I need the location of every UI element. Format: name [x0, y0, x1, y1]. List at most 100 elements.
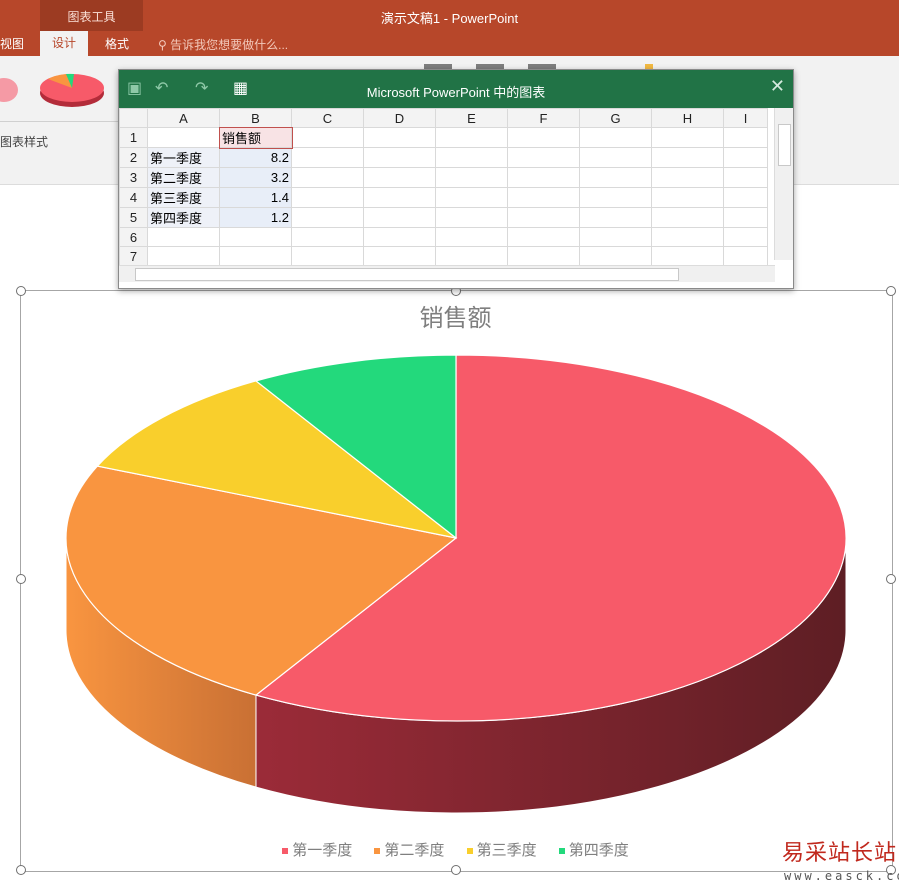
cell[interactable] [291, 246, 364, 266]
legend-item[interactable]: 第四季度 [558, 839, 629, 860]
sheet-title-bar[interactable]: ▣ ↶ ↷ ▦ Microsoft PowerPoint 中的图表 ✕ [119, 70, 793, 108]
cell[interactable] [651, 147, 724, 168]
cell[interactable] [507, 127, 580, 148]
legend-item[interactable]: 第二季度 [374, 839, 444, 860]
corner-cell[interactable] [119, 108, 148, 128]
column-header[interactable]: G [579, 108, 652, 128]
legend-item[interactable]: 第三季度 [466, 839, 537, 860]
chart-data-window[interactable]: ▣ ↶ ↷ ▦ Microsoft PowerPoint 中的图表 ✕ A B … [118, 69, 794, 289]
cell[interactable] [579, 167, 652, 188]
sheet-window-title: Microsoft PowerPoint 中的图表 [366, 85, 546, 100]
column-header[interactable]: D [363, 108, 436, 128]
cell[interactable] [723, 246, 768, 266]
cell[interactable] [651, 246, 724, 266]
cell[interactable] [363, 187, 436, 208]
cell[interactable] [219, 246, 292, 266]
cell[interactable] [507, 246, 580, 266]
cell[interactable] [579, 207, 652, 228]
column-header[interactable]: A [147, 108, 220, 128]
cell[interactable]: 第一季度 [147, 147, 220, 168]
chart-legend[interactable]: 第一季度 第二季度 第三季度 第四季度 [20, 839, 891, 860]
cell[interactable] [291, 127, 364, 148]
scroll-thumb[interactable] [778, 124, 791, 166]
scroll-thumb[interactable] [135, 268, 679, 281]
legend-label: 第一季度 [292, 842, 353, 859]
row-header[interactable]: 3 [119, 167, 148, 188]
row-header[interactable]: 6 [119, 227, 148, 247]
cell[interactable] [435, 207, 508, 228]
cell[interactable] [291, 147, 364, 168]
cell[interactable] [363, 127, 436, 148]
row-header[interactable]: 4 [119, 187, 148, 208]
legend-swatch [282, 848, 289, 855]
column-header[interactable]: I [723, 108, 768, 128]
column-header[interactable]: F [507, 108, 580, 128]
cell[interactable] [723, 147, 768, 168]
cell[interactable]: 第三季度 [147, 187, 220, 208]
legend-label: 第四季度 [568, 842, 629, 859]
cell[interactable] [363, 246, 436, 266]
column-header[interactable]: B [219, 108, 292, 128]
chart-title[interactable]: 销售额 [20, 298, 891, 333]
column-header[interactable]: H [651, 108, 724, 128]
cell[interactable] [363, 227, 436, 247]
column-header[interactable]: E [435, 108, 508, 128]
cell[interactable] [651, 227, 724, 247]
column-header[interactable]: C [291, 108, 364, 128]
cell[interactable]: 8.2 [219, 147, 292, 168]
cell[interactable] [435, 246, 508, 266]
close-icon[interactable]: ✕ [770, 76, 785, 97]
cell[interactable] [723, 187, 768, 208]
cell[interactable] [651, 207, 724, 228]
cell[interactable] [219, 227, 292, 247]
row-header[interactable]: 7 [119, 246, 148, 266]
cell[interactable] [651, 167, 724, 188]
cell[interactable] [579, 147, 652, 168]
cell[interactable] [579, 227, 652, 247]
cell[interactable]: 1.2 [219, 207, 292, 228]
cell[interactable]: 3.2 [219, 167, 292, 188]
cell[interactable]: 第二季度 [147, 167, 220, 188]
row-header[interactable]: 1 [119, 127, 148, 148]
cell[interactable] [363, 207, 436, 228]
cell[interactable] [651, 187, 724, 208]
cell[interactable] [435, 167, 508, 188]
cell[interactable] [579, 246, 652, 266]
watermark-logo: 易采站长站 [782, 841, 898, 866]
cell[interactable] [147, 246, 220, 266]
cell[interactable] [363, 167, 436, 188]
cell[interactable] [723, 207, 768, 228]
cell[interactable] [579, 127, 652, 148]
cell[interactable]: 第四季度 [147, 207, 220, 228]
spreadsheet-grid[interactable]: A B C D E F G H I 1 销售额 2 第一季度 8.2 3 第二季… [119, 108, 768, 266]
legend-label: 第二季度 [384, 842, 445, 859]
cell[interactable] [507, 207, 580, 228]
cell[interactable] [507, 147, 580, 168]
vertical-scrollbar[interactable] [774, 108, 793, 260]
cell[interactable] [147, 127, 220, 148]
cell[interactable] [507, 167, 580, 188]
horizontal-scrollbar[interactable] [119, 265, 775, 282]
cell[interactable] [435, 147, 508, 168]
cell[interactable] [435, 187, 508, 208]
legend-item[interactable]: 第一季度 [282, 839, 352, 860]
cell[interactable] [291, 187, 364, 208]
cell[interactable] [723, 127, 768, 148]
cell[interactable] [723, 227, 768, 247]
cell[interactable] [507, 227, 580, 247]
cell[interactable]: 1.4 [219, 187, 292, 208]
cell[interactable] [651, 127, 724, 148]
cell[interactable] [507, 187, 580, 208]
cell[interactable] [363, 147, 436, 168]
row-header[interactable]: 5 [119, 207, 148, 228]
cell[interactable] [147, 227, 220, 247]
cell[interactable] [291, 167, 364, 188]
cell[interactable] [723, 167, 768, 188]
cell[interactable]: 销售额 [218, 126, 293, 149]
row-header[interactable]: 2 [119, 147, 148, 168]
cell[interactable] [579, 187, 652, 208]
cell[interactable] [291, 227, 364, 247]
cell[interactable] [291, 207, 364, 228]
cell[interactable] [435, 127, 508, 148]
cell[interactable] [435, 227, 508, 247]
